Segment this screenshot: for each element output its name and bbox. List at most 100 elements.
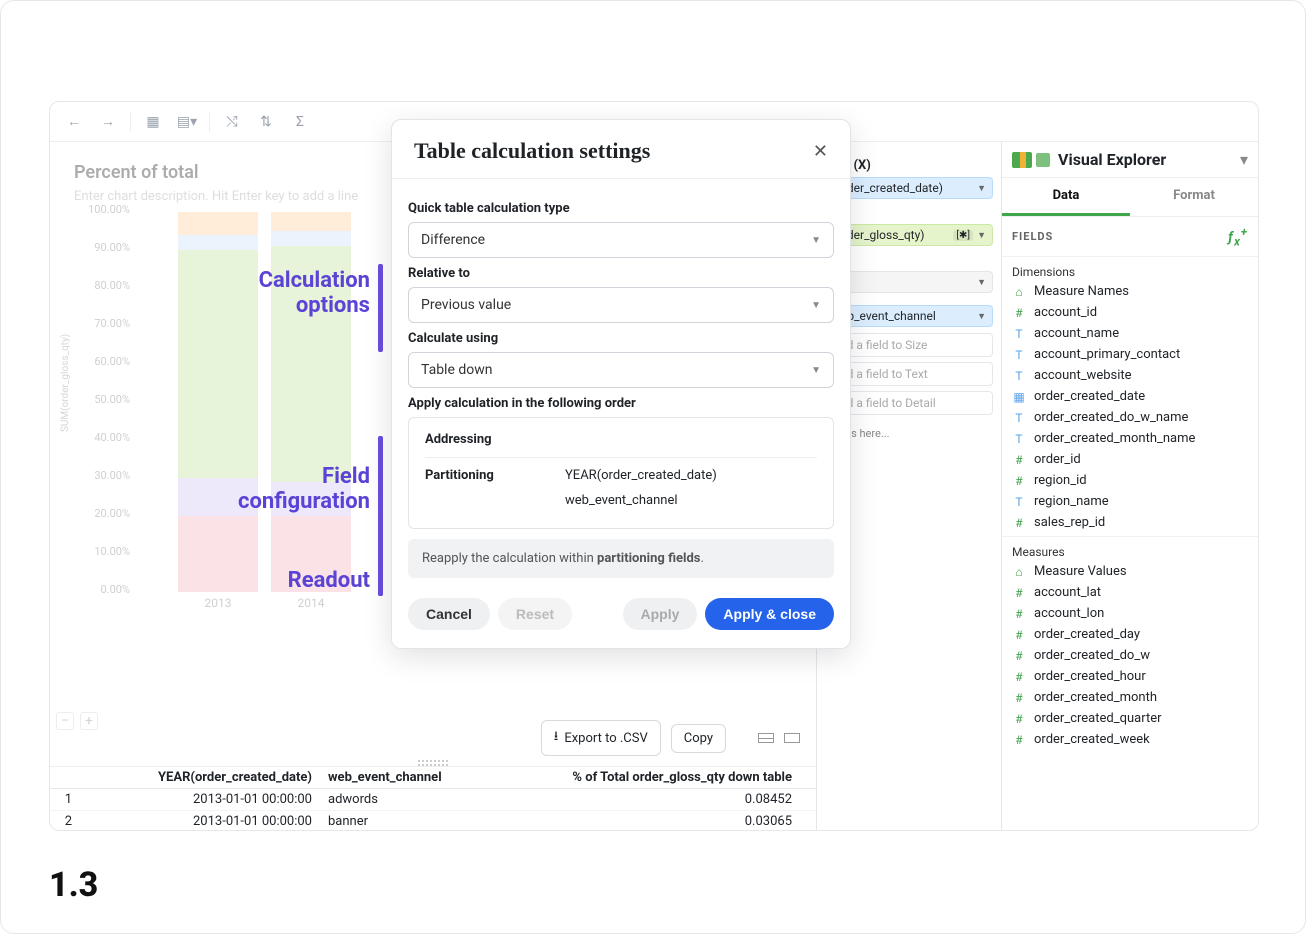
calc-using-select[interactable]: Table down▼ [408, 352, 834, 388]
field-item[interactable]: #account_lon [1002, 603, 1258, 624]
chevron-down-icon[interactable]: ▾ [1240, 150, 1248, 169]
field-item[interactable]: Torder_created_do_w_name [1002, 407, 1258, 428]
partitioning-label: Partitioning [425, 468, 525, 483]
chevron-down-icon: ▼ [977, 183, 986, 194]
forward-icon[interactable]: → [96, 110, 120, 134]
cancel-button[interactable]: Cancel [408, 598, 490, 630]
field-item[interactable]: #order_created_week [1002, 729, 1258, 750]
select-value: Difference [421, 232, 485, 248]
field-label: account_primary_contact [1034, 347, 1180, 362]
field-label: account_lon [1034, 606, 1104, 621]
table-row[interactable]: 1 2013-01-01 00:00:00 adwords 0.08452 [50, 789, 816, 811]
field-item[interactable]: #account_lat [1002, 582, 1258, 603]
field-label: order_created_quarter [1034, 711, 1162, 726]
annotation-readout: Readout [230, 568, 370, 593]
measures-list[interactable]: ⌂Measure Values#account_lat#account_lon#… [1002, 561, 1258, 750]
field-item[interactable]: Tsales_rep_name [1002, 533, 1258, 537]
field-item[interactable]: # order_created_month [1002, 687, 1258, 708]
reset-button[interactable]: Reset [498, 598, 572, 630]
hash-icon: # [1012, 628, 1026, 642]
view-table-icon[interactable] [784, 733, 800, 743]
field-label: Measure Names [1034, 284, 1129, 299]
quick-calc-select[interactable]: Difference▼ [408, 222, 834, 258]
field-item[interactable]: #order_created_hour [1002, 666, 1258, 687]
field-label: sales_rep_id [1034, 515, 1105, 530]
close-icon[interactable]: ✕ [813, 141, 828, 162]
hash-icon: # [1012, 712, 1026, 726]
ytick: 10.00% [86, 545, 130, 558]
fields-label: FIELDS [1012, 230, 1053, 243]
table-row[interactable]: 2 2013-01-01 00:00:00 banner 0.03065 [50, 811, 816, 831]
select-value: Table down [421, 362, 493, 378]
field-label: order_created_date [1034, 389, 1145, 404]
text-icon: T [1012, 432, 1026, 446]
sort-icon[interactable]: ⇅ [254, 110, 278, 134]
cell: 0.08452 [490, 789, 800, 811]
field-item[interactable]: #order_created_do_w [1002, 645, 1258, 666]
field-item[interactable]: # order_created_quarter [1002, 708, 1258, 729]
field-label: order_created_month [1034, 690, 1157, 705]
apply-button[interactable]: Apply [623, 598, 698, 630]
col-header[interactable]: web_event_channel [320, 767, 490, 789]
tab-format[interactable]: Format [1130, 178, 1258, 216]
field-item[interactable]: Tregion_name [1002, 491, 1258, 512]
text-icon: T [1012, 411, 1026, 425]
field-item[interactable]: Taccount_primary_contact [1002, 344, 1258, 365]
xtick: 2014 [271, 596, 351, 610]
cell: 2013-01-01 00:00:00 [80, 811, 320, 831]
ytick: 80.00% [86, 279, 130, 292]
field-item[interactable]: #order_created_day [1002, 624, 1258, 645]
apply-close-button[interactable]: Apply & close [705, 598, 834, 630]
back-icon[interactable]: ← [62, 110, 86, 134]
data-toolbar: ⭳ Export to .CSV Copy [50, 714, 816, 762]
hash-icon: # [1012, 691, 1026, 705]
col-header[interactable]: YEAR(order_created_date) [80, 767, 320, 789]
export-csv-label: Export to .CSV [564, 731, 647, 746]
field-item[interactable]: #sales_rep_id [1002, 512, 1258, 533]
field-item[interactable]: ⌂Measure Values [1002, 561, 1258, 582]
fields-icon[interactable]: ▦ [141, 110, 165, 134]
text-icon: T [1012, 327, 1026, 341]
export-csv-button[interactable]: ⭳ Export to .CSV [541, 720, 661, 756]
ytick: 90.00% [86, 241, 130, 254]
download-icon: ⭳ [554, 727, 559, 749]
add-calc-icon[interactable]: ƒx+ [1228, 225, 1248, 248]
modal-title: Table calculation settings [414, 138, 650, 164]
ytick: 30.00% [86, 469, 130, 482]
ytick: 70.00% [86, 317, 130, 330]
dimensions-list[interactable]: Dimensions ⌂Measure Names#account_idTacc… [1002, 257, 1258, 537]
field-item[interactable]: Taccount_website [1002, 365, 1258, 386]
field-item[interactable]: ▦ order_created_date [1002, 386, 1258, 407]
chevron-down-icon: ▼ [811, 300, 821, 311]
field-item[interactable]: #account_id [1002, 302, 1258, 323]
cell: banner [320, 811, 490, 831]
relative-to-select[interactable]: Previous value▼ [408, 287, 834, 323]
addressing-label: Addressing [425, 432, 525, 447]
figure-number: 1.3 [49, 865, 98, 905]
field-label: account_lat [1034, 585, 1101, 600]
date-icon: ▦ [1012, 390, 1026, 404]
ytick: 50.00% [86, 393, 130, 406]
field-label: order_created_month_name [1034, 431, 1195, 446]
text-icon: T [1012, 495, 1026, 509]
relative-to-label: Relative to [408, 266, 834, 281]
tab-data[interactable]: Data [1002, 178, 1130, 216]
chevron-down-icon: ▼ [977, 277, 986, 288]
swap-icon[interactable]: ⤭ [220, 110, 244, 134]
tag-icon: ⌂ [1012, 285, 1026, 299]
col-header[interactable]: % of Total order_gloss_qty down table [490, 767, 800, 789]
row-num-header [50, 767, 80, 789]
app-logo-icon [1036, 153, 1050, 167]
cell: 0.03065 [490, 811, 800, 831]
panel-tabs: Data Format [1002, 178, 1258, 217]
sigma-icon[interactable]: Σ [288, 110, 312, 134]
field-item[interactable]: #region_id [1002, 470, 1258, 491]
field-item[interactable]: Taccount_name [1002, 323, 1258, 344]
field-label: region_name [1034, 494, 1109, 509]
field-item[interactable]: Torder_created_month_name [1002, 428, 1258, 449]
field-item[interactable]: ⌂ Measure Names [1002, 281, 1258, 302]
view-list-icon[interactable] [758, 733, 774, 743]
pivot-icon[interactable]: ▤▾ [175, 110, 199, 134]
field-item[interactable]: #order_id [1002, 449, 1258, 470]
copy-button[interactable]: Copy [671, 724, 726, 753]
